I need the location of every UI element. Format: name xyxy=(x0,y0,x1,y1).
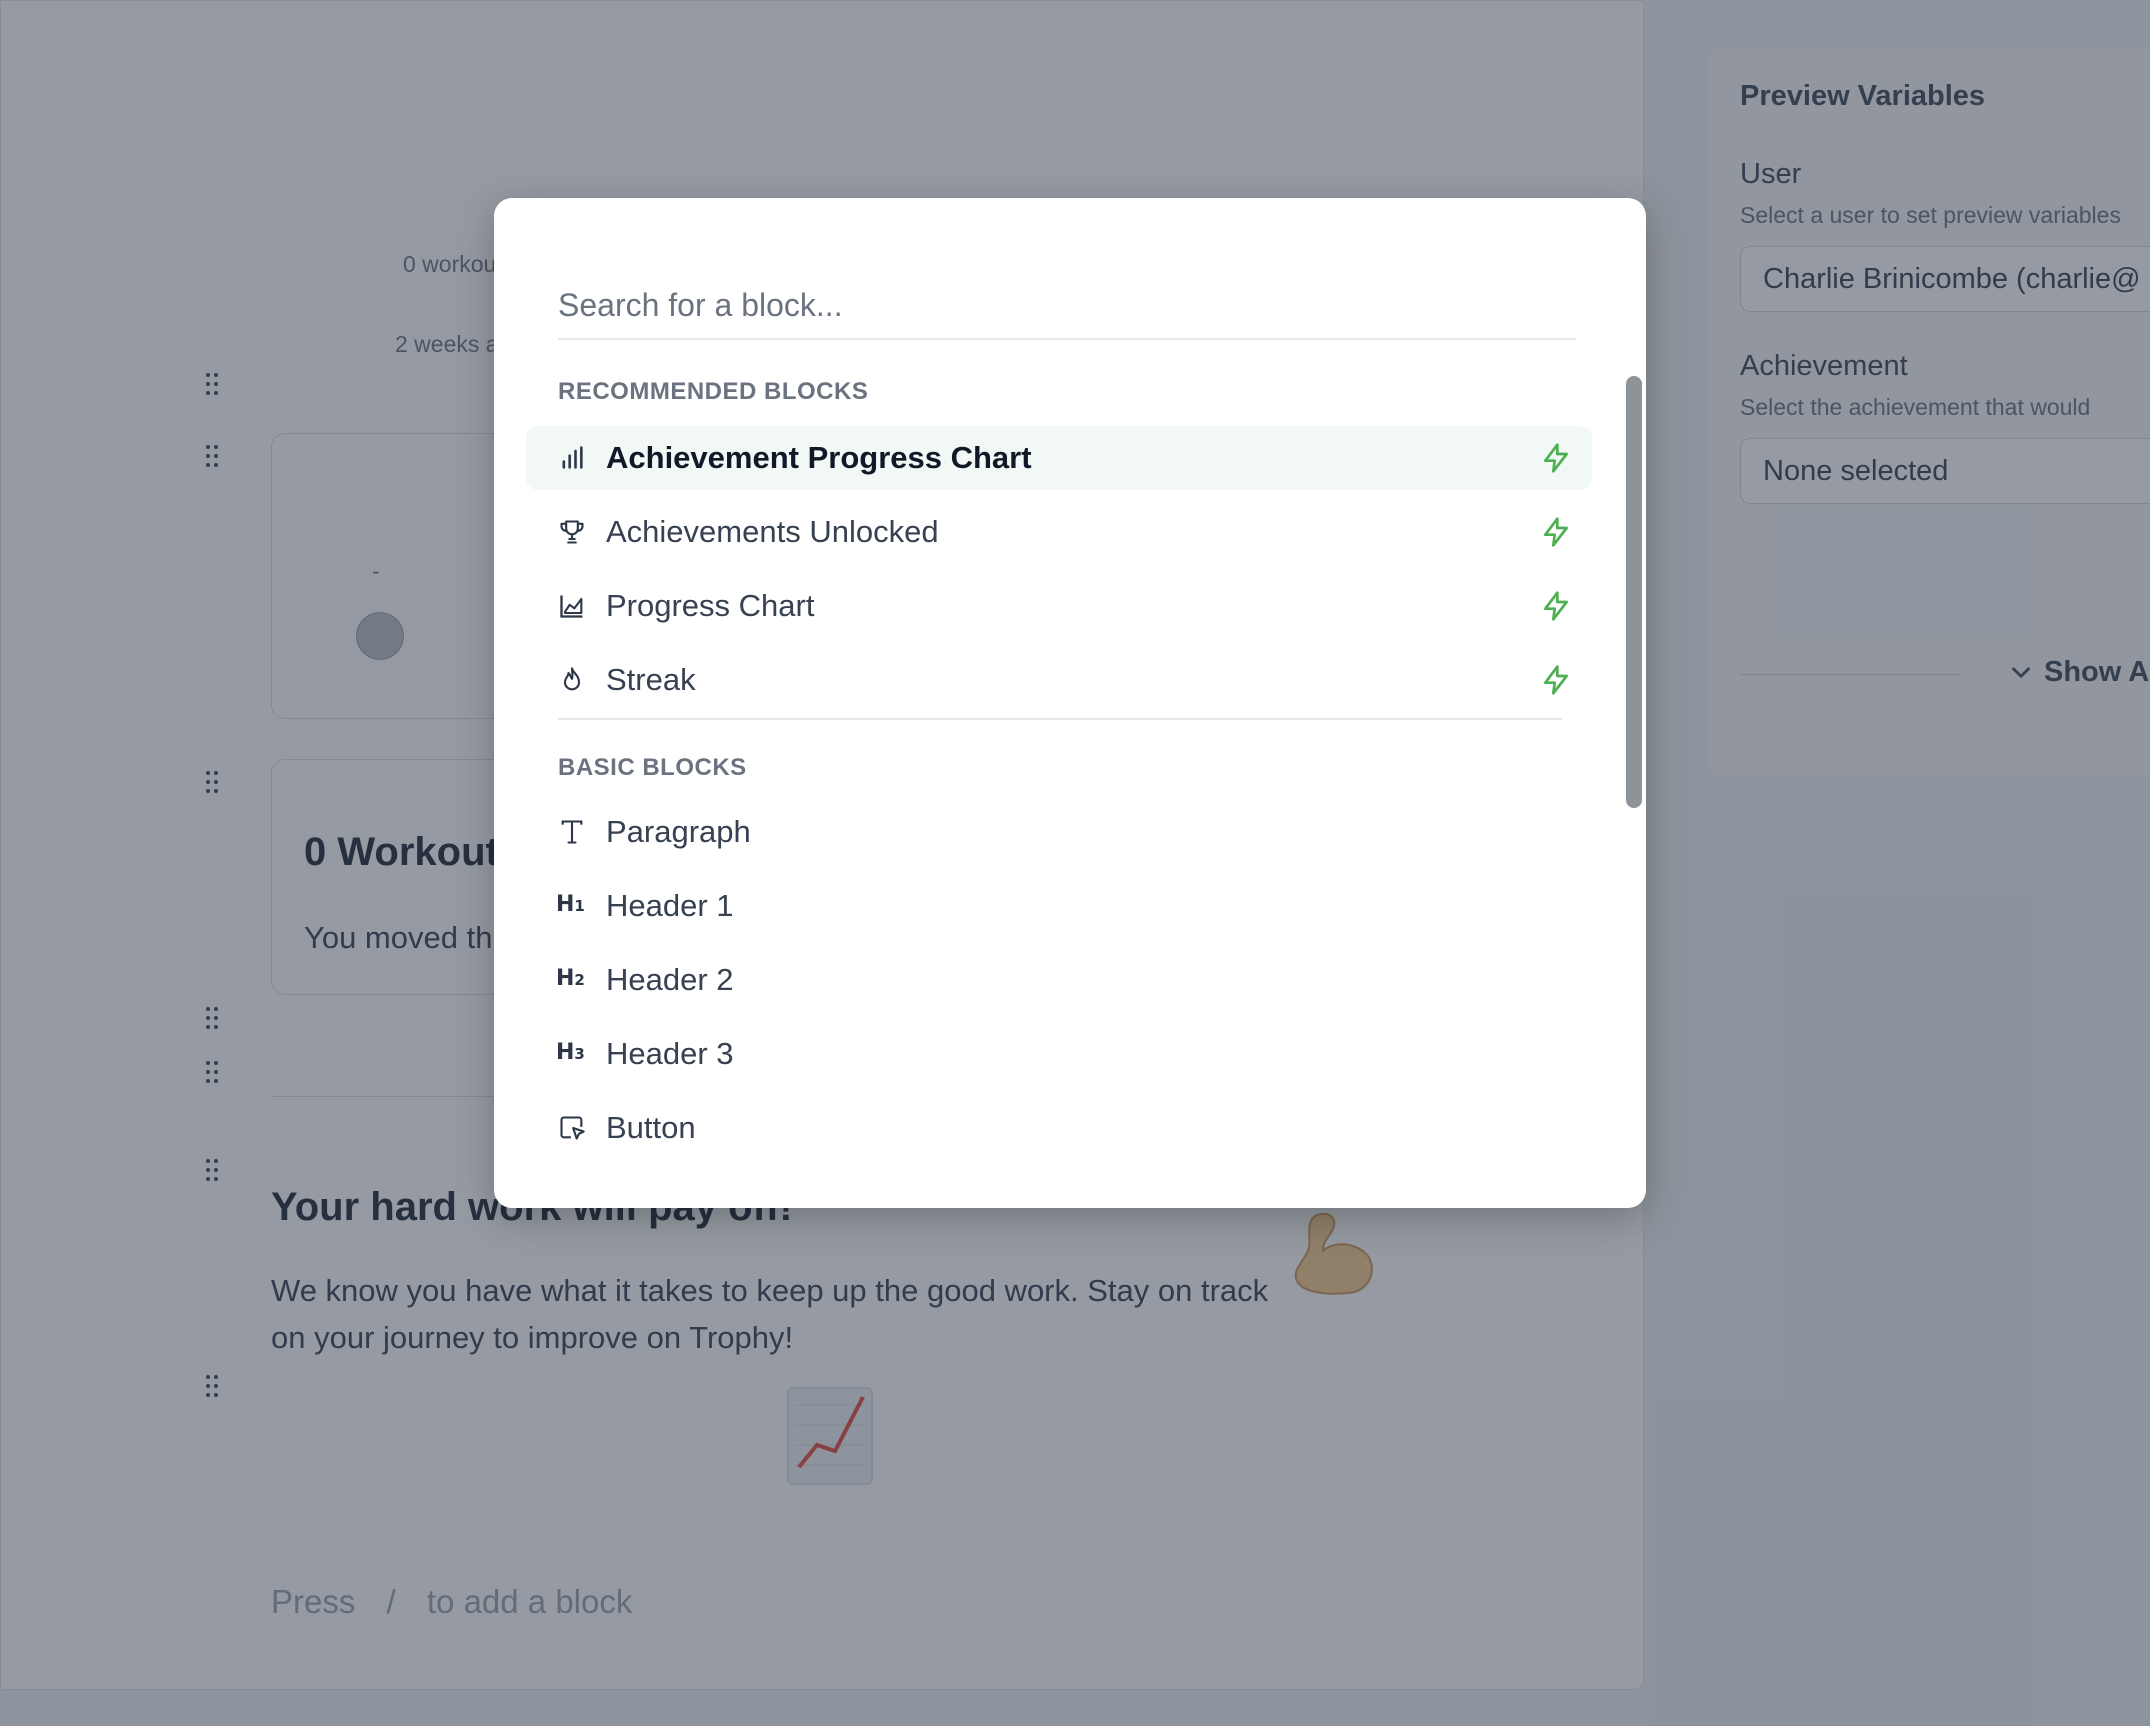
lightning-bolt-icon xyxy=(1544,443,1568,473)
bar-chart-icon xyxy=(562,446,583,469)
block-option-header-2[interactable]: H2 Header 2 xyxy=(526,948,1592,1012)
block-option-streak[interactable]: Streak xyxy=(526,648,1592,712)
block-search-input[interactable] xyxy=(558,272,1576,340)
flame-icon xyxy=(563,667,581,691)
modal-scrollbar[interactable] xyxy=(1626,376,1642,808)
block-option-label: Progress Chart xyxy=(606,588,815,623)
lightning-bolt-icon xyxy=(1544,591,1568,621)
section-divider xyxy=(558,718,1562,720)
block-option-progress-chart[interactable]: Progress Chart xyxy=(526,574,1592,638)
block-option-achievement-progress-chart[interactable]: Achievement Progress Chart xyxy=(526,426,1592,490)
block-option-label: Header 3 xyxy=(606,1036,734,1071)
recommended-blocks-heading: RECOMMENDED BLOCKS xyxy=(558,378,869,405)
heading-3-icon: H3 xyxy=(556,1040,585,1065)
block-option-label: Header 1 xyxy=(606,888,734,923)
block-option-label: Button xyxy=(606,1110,696,1145)
block-option-label: Header 2 xyxy=(606,962,734,997)
block-picker-modal: RECOMMENDED BLOCKS Achievement Progress … xyxy=(494,198,1646,1208)
heading-2-icon: H2 xyxy=(556,966,585,991)
trophy-icon xyxy=(560,520,584,544)
cursor-click-icon xyxy=(560,1116,585,1140)
lightning-bolt-icon xyxy=(1544,665,1568,695)
block-option-button[interactable]: Button xyxy=(526,1096,1592,1160)
block-option-paragraph[interactable]: Paragraph xyxy=(526,800,1592,864)
block-option-label: Achievement Progress Chart xyxy=(606,440,1032,475)
lightning-bolt-icon xyxy=(1544,517,1568,547)
area-chart-icon xyxy=(560,595,583,618)
block-option-label: Paragraph xyxy=(606,814,751,849)
block-option-label: Streak xyxy=(606,662,696,697)
block-option-header-3[interactable]: H3 Header 3 xyxy=(526,1022,1592,1086)
block-option-label: Achievements Unlocked xyxy=(606,514,939,549)
block-option-achievements-unlocked[interactable]: Achievements Unlocked xyxy=(526,500,1592,564)
block-option-header-1[interactable]: H1 Header 1 xyxy=(526,874,1592,938)
basic-blocks-heading: BASIC BLOCKS xyxy=(558,754,747,781)
text-icon xyxy=(561,820,583,844)
heading-1-icon: H1 xyxy=(556,892,585,917)
